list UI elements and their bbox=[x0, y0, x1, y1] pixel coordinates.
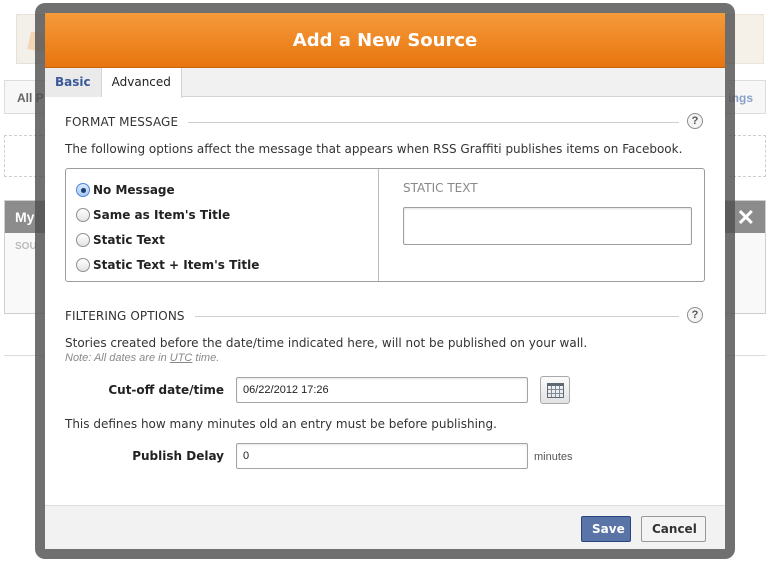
utc-note: Note: All dates are in UTC time. bbox=[65, 352, 705, 364]
format-message-description: The following options affect the message… bbox=[65, 142, 683, 156]
add-source-dialog: Add a New Source Basic Advanced FORMAT M… bbox=[45, 13, 725, 549]
save-button[interactable]: Save bbox=[581, 516, 631, 542]
message-options: No Message Same as Item's Title Static T… bbox=[66, 169, 379, 281]
option-no-message[interactable]: No Message bbox=[76, 177, 378, 202]
background-panel-subtitle: SOU bbox=[15, 241, 37, 252]
delay-label: Publish Delay bbox=[132, 449, 224, 463]
cutoff-label: Cut-off date/time bbox=[108, 383, 224, 397]
radio-static-text[interactable] bbox=[76, 232, 90, 247]
option-label: Static Text + Item's Title bbox=[93, 257, 260, 272]
format-message-heading: FORMAT MESSAGE bbox=[65, 115, 189, 129]
utc-note-prefix: Note: All dates are in bbox=[65, 352, 170, 364]
option-label: Same as Item's Title bbox=[93, 207, 231, 222]
publish-delay-input[interactable] bbox=[236, 443, 528, 469]
delay-unit: minutes bbox=[534, 451, 573, 463]
static-text-panel: STATIC TEXT bbox=[379, 169, 704, 281]
tab-basic[interactable]: Basic bbox=[45, 68, 102, 97]
tab-advanced[interactable]: Advanced bbox=[101, 68, 182, 98]
background-close-icon: ✕ bbox=[736, 205, 755, 230]
static-text-label: STATIC TEXT bbox=[403, 181, 478, 195]
calendar-icon bbox=[547, 383, 564, 398]
format-message-section-header: FORMAT MESSAGE ? bbox=[65, 112, 705, 134]
cancel-button[interactable]: Cancel bbox=[641, 516, 706, 542]
option-label: No Message bbox=[93, 182, 175, 197]
option-static-text-plus-title[interactable]: Static Text + Item's Title bbox=[76, 252, 378, 277]
filtering-description: Stories created before the date/time ind… bbox=[65, 336, 588, 350]
dialog-tabs: Basic Advanced bbox=[45, 68, 725, 98]
radio-same-as-title[interactable] bbox=[76, 207, 90, 222]
delay-description: This defines how many minutes old an ent… bbox=[65, 417, 497, 431]
cutoff-date-input[interactable] bbox=[236, 377, 528, 403]
filtering-section-header: FILTERING OPTIONS ? bbox=[65, 306, 705, 328]
calendar-button[interactable] bbox=[540, 376, 570, 404]
dialog-title: Add a New Source bbox=[292, 29, 478, 51]
option-same-as-title[interactable]: Same as Item's Title bbox=[76, 202, 378, 227]
utc-note-suffix: time. bbox=[192, 352, 220, 364]
dialog-footer: Save Cancel bbox=[45, 505, 725, 549]
option-label: Static Text bbox=[93, 232, 165, 247]
help-icon[interactable]: ? bbox=[687, 113, 703, 129]
cutoff-row: Cut-off date/time bbox=[65, 376, 705, 405]
dialog-header: Add a New Source bbox=[45, 13, 725, 68]
delay-row: Publish Delay minutes bbox=[65, 443, 705, 471]
radio-no-message[interactable] bbox=[76, 182, 90, 197]
format-message-box: No Message Same as Item's Title Static T… bbox=[65, 168, 705, 282]
option-static-text[interactable]: Static Text bbox=[76, 227, 378, 252]
dialog-body: FORMAT MESSAGE ? The following options a… bbox=[45, 112, 725, 471]
modal-overlay-frame: Add a New Source Basic Advanced FORMAT M… bbox=[35, 3, 735, 559]
background-panel-title: My bbox=[15, 209, 35, 225]
radio-static-text-plus-title[interactable] bbox=[76, 257, 90, 272]
utc-note-utc: UTC bbox=[169, 352, 193, 364]
filtering-heading: FILTERING OPTIONS bbox=[65, 309, 195, 323]
static-text-input[interactable] bbox=[403, 207, 692, 245]
help-icon[interactable]: ? bbox=[687, 307, 703, 323]
